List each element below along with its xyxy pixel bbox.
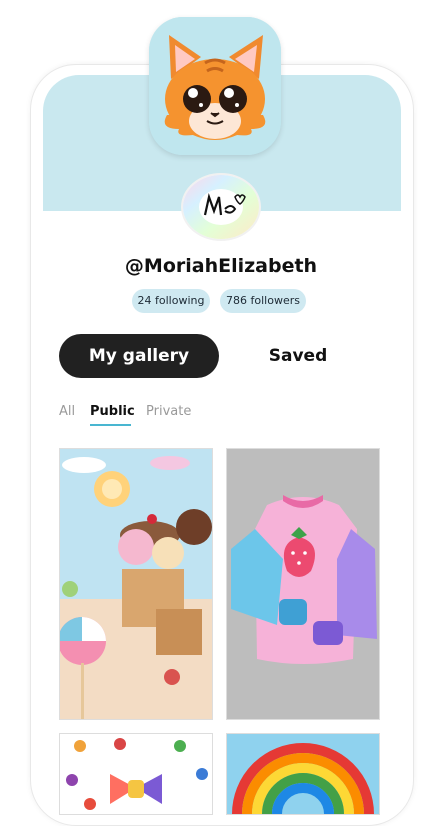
- cat-app-icon: [149, 17, 281, 155]
- profile-username: @MoriahElizabeth: [124, 255, 318, 277]
- avatar[interactable]: [181, 173, 261, 241]
- filter-all[interactable]: All: [59, 404, 75, 419]
- gallery-item[interactable]: [59, 733, 213, 815]
- strawberry-shirt-artwork-icon: [227, 449, 379, 719]
- signature-avatar-icon: [183, 175, 259, 239]
- gallery-item[interactable]: [226, 733, 380, 815]
- tab-saved[interactable]: Saved: [240, 334, 356, 378]
- candy-land-artwork-icon: [60, 449, 212, 719]
- rainbow-bow-artwork-icon: [60, 734, 212, 814]
- filter-active-underline: [90, 424, 131, 426]
- tab-my-gallery[interactable]: My gallery: [59, 334, 219, 378]
- filter-private[interactable]: Private: [146, 404, 191, 419]
- following-count[interactable]: 24 following: [132, 289, 210, 313]
- filter-public[interactable]: Public: [90, 404, 135, 419]
- rainbow-artwork-icon: [227, 734, 379, 814]
- followers-count[interactable]: 786 followers: [220, 289, 306, 313]
- cat-icon: [149, 17, 281, 155]
- gallery-item[interactable]: [226, 448, 380, 720]
- gallery-item[interactable]: [59, 448, 213, 720]
